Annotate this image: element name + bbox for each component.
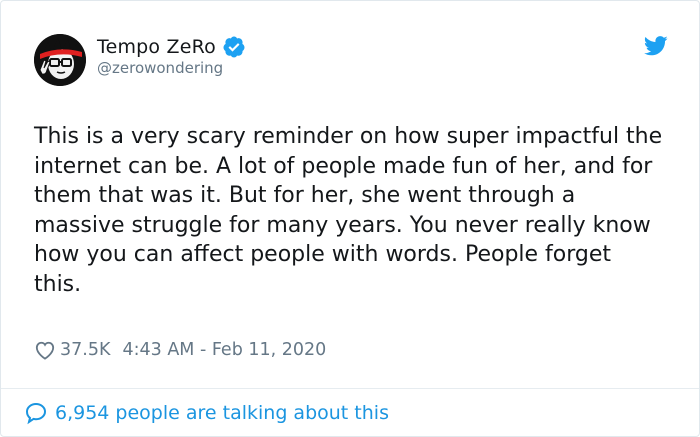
avatar-illustration — [34, 34, 86, 86]
heart-icon[interactable] — [34, 340, 56, 360]
verified-badge-icon — [223, 36, 245, 58]
avatar[interactable] — [34, 34, 86, 86]
speech-bubble-icon — [25, 402, 47, 425]
tweet-meta: 37.5K 4:43 AM - Feb 11, 2020 — [34, 337, 326, 363]
divider — [1, 388, 699, 389]
timestamp[interactable]: 4:43 AM - Feb 11, 2020 — [122, 340, 326, 360]
tweet-card: Tempo ZeRo @zerowondering This is a very… — [0, 0, 700, 437]
author-name-row[interactable]: Tempo ZeRo — [97, 34, 246, 60]
talking-count[interactable]: 6,954 people are talking about this — [55, 402, 389, 424]
like-count[interactable]: 37.5K — [60, 340, 110, 360]
display-name[interactable]: Tempo ZeRo — [97, 36, 216, 58]
conversation-link[interactable]: 6,954 people are talking about this — [24, 400, 389, 426]
twitter-bird-icon[interactable] — [644, 35, 668, 57]
tweet-text: This is a very scary reminder on how sup… — [34, 124, 663, 297]
author-handle[interactable]: @zerowondering — [97, 59, 223, 77]
